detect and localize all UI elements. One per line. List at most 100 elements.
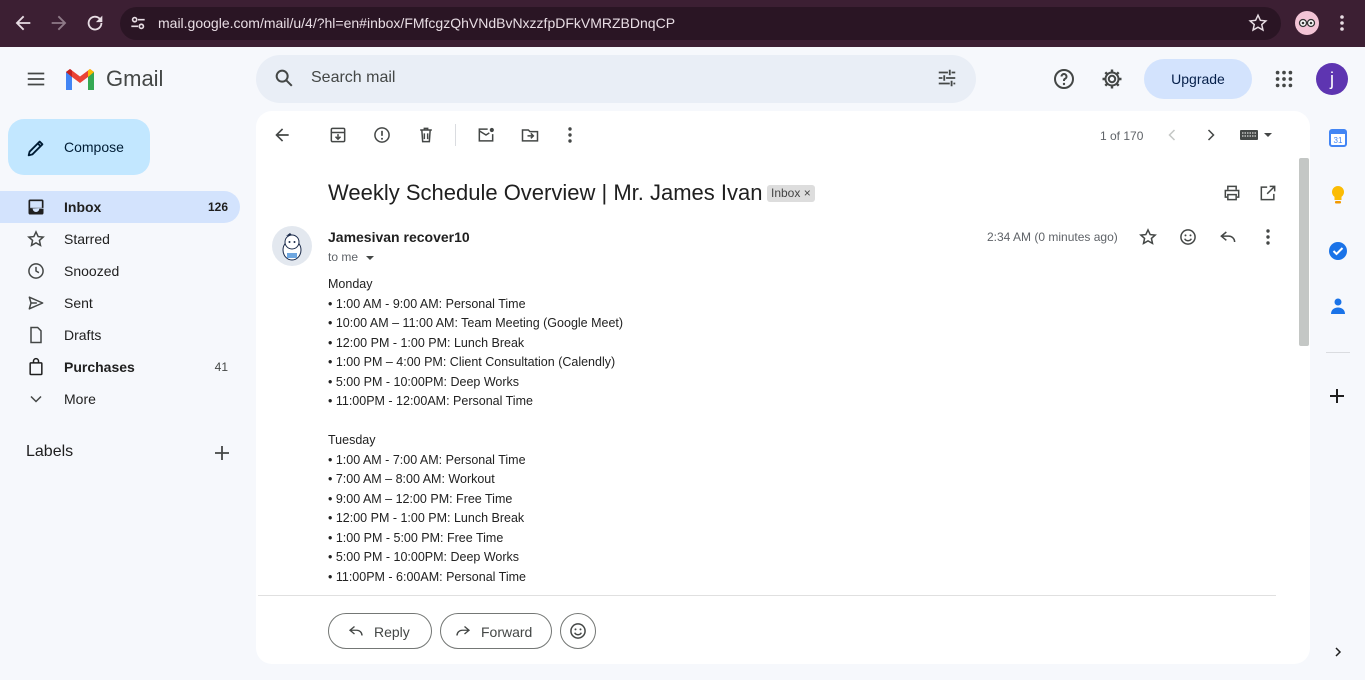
browser-toolbar: mail.google.com/mail/u/4/?hl=en#inbox/FM… — [0, 0, 1365, 47]
move-to-folder-icon[interactable] — [520, 125, 540, 145]
reply-arrow-icon — [347, 622, 365, 640]
reply-divider — [258, 595, 1276, 596]
sidebar-item-label: Drafts — [64, 327, 102, 343]
delete-trash-icon[interactable] — [416, 125, 436, 145]
body-line: • 5:00 PM - 10:00PM: Deep Works — [328, 374, 520, 389]
item-count: 41 — [214, 360, 228, 374]
print-icon[interactable] — [1222, 183, 1242, 203]
reply-button[interactable]: Reply — [328, 613, 432, 649]
help-icon[interactable] — [1052, 67, 1076, 91]
recipient-details[interactable]: to me — [328, 250, 375, 264]
label-chip-inbox[interactable]: Inbox × — [767, 185, 815, 202]
upgrade-button[interactable]: Upgrade — [1144, 59, 1252, 99]
sidebar-item-starred[interactable]: Starred — [0, 223, 240, 255]
main-menu-icon[interactable] — [25, 68, 47, 90]
message-more-icon[interactable] — [1258, 227, 1278, 247]
chevron-down-icon — [26, 389, 46, 409]
report-spam-icon[interactable] — [372, 125, 392, 145]
gmail-logo-icon[interactable] — [64, 66, 96, 92]
recipient-text: to me — [328, 250, 359, 264]
calendar-icon[interactable]: 31 — [1328, 128, 1348, 148]
search-options-icon[interactable] — [936, 67, 958, 89]
sidebar-item-label: Snoozed — [64, 263, 120, 279]
settings-gear-icon[interactable] — [1100, 67, 1124, 91]
account-avatar[interactable]: j — [1316, 63, 1348, 95]
input-tools-keyboard-icon[interactable] — [1238, 125, 1274, 145]
body-line: Tuesday — [328, 433, 376, 447]
label-chip-text: Inbox — [771, 186, 801, 200]
url-text[interactable]: mail.google.com/mail/u/4/?hl=en#inbox/FM… — [158, 15, 675, 31]
body-line: • 12:00 PM - 1:00 PM: Lunch Break — [328, 335, 525, 350]
sidebar-item-inbox[interactable]: Inbox 126 — [0, 191, 240, 223]
keep-bulb-icon[interactable] — [1328, 184, 1348, 206]
email-body: Monday • 1:00 AM - 9:00 AM: Personal Tim… — [328, 275, 623, 587]
emoji-reaction-button[interactable] — [560, 613, 596, 649]
archive-icon[interactable] — [328, 125, 348, 145]
purchases-icon — [26, 357, 46, 377]
sidebar-item-snoozed[interactable]: Snoozed — [0, 255, 240, 287]
body-line: • 11:00PM - 6:00AM: Personal Time — [328, 569, 526, 584]
labels-heading: Labels — [26, 443, 74, 460]
search-icon[interactable] — [273, 67, 295, 89]
search-input[interactable]: Search mail — [311, 69, 395, 87]
sidebar-item-more[interactable]: More — [0, 383, 240, 415]
newer-chevron-icon[interactable] — [1162, 125, 1182, 145]
forward-arrow-icon[interactable] — [48, 12, 70, 34]
sidebar-item-label: Inbox — [64, 199, 102, 215]
body-line: • 12:00 PM - 1:00 PM: Lunch Break — [328, 511, 525, 525]
sidebar-item-label: Purchases — [64, 359, 135, 375]
sidebar-item-purchases[interactable]: Purchases 41 — [0, 351, 240, 383]
back-arrow-icon[interactable] — [12, 12, 34, 34]
smiley-icon — [568, 621, 588, 641]
show-side-panel-chevron-icon[interactable] — [1330, 644, 1346, 660]
sidebar-item-sent[interactable]: Sent — [0, 287, 240, 319]
toolbar-divider — [455, 124, 456, 146]
browser-profile-icon[interactable] — [1295, 11, 1319, 35]
forward-button[interactable]: Forward — [440, 613, 552, 649]
body-line: • 1:00 AM - 7:00 AM: Personal Time — [328, 452, 526, 467]
reply-icon[interactable] — [1218, 227, 1238, 247]
bookmark-star-icon[interactable] — [1247, 12, 1269, 34]
forward-label: Forward — [481, 624, 533, 640]
send-icon — [26, 293, 46, 313]
body-line: • 11:00PM - 12:00AM: Personal Time — [328, 394, 533, 408]
open-new-window-icon[interactable] — [1258, 183, 1278, 203]
rail-divider — [1326, 352, 1350, 353]
back-to-inbox-icon[interactable] — [272, 125, 292, 145]
pencil-icon — [25, 137, 47, 159]
reply-label: Reply — [374, 624, 410, 640]
body-line: Monday — [328, 277, 373, 291]
site-settings-icon[interactable] — [128, 13, 148, 33]
apps-grid-icon[interactable] — [1273, 68, 1295, 90]
sidebar-item-label: More — [64, 391, 96, 407]
draft-icon — [26, 325, 46, 345]
browser-menu-icon[interactable] — [1332, 12, 1352, 34]
clock-icon — [26, 261, 46, 281]
scrollbar-thumb[interactable] — [1299, 158, 1309, 346]
caret-down-icon[interactable] — [365, 253, 375, 263]
contacts-person-icon[interactable] — [1328, 296, 1348, 316]
emoji-react-icon[interactable] — [1178, 227, 1198, 247]
body-line: • 1:00 PM – 4:00 PM: Client Consultation… — [328, 355, 616, 369]
mark-unread-icon[interactable] — [476, 125, 496, 145]
compose-label[interactable]: Compose — [64, 139, 124, 155]
older-chevron-icon[interactable] — [1201, 125, 1221, 145]
body-line: • 10:00 AM – 11:00 AM: Team Meeting (Goo… — [328, 316, 624, 330]
sender-name[interactable]: Jamesivan recover10 — [328, 229, 470, 245]
add-addon-plus-icon[interactable] — [1328, 387, 1346, 405]
star-message-icon[interactable] — [1138, 227, 1158, 247]
svg-text:31: 31 — [1334, 136, 1343, 145]
sidebar-item-drafts[interactable]: Drafts — [0, 319, 240, 351]
body-line: • 9:00 AM – 12:00 PM: Free Time — [328, 491, 513, 506]
reload-icon[interactable] — [84, 12, 106, 34]
more-options-icon[interactable] — [560, 125, 580, 145]
body-line: • 7:00 AM – 8:00 AM: Workout — [328, 472, 495, 486]
gmail-wordmark: Gmail — [106, 66, 164, 91]
tasks-check-icon[interactable] — [1327, 240, 1349, 262]
body-line: • 5:00 PM - 10:00PM: Deep Works — [328, 550, 520, 564]
add-label-plus-icon[interactable] — [213, 444, 231, 462]
inbox-icon — [26, 197, 46, 217]
message-timestamp: 2:34 AM (0 minutes ago) — [987, 230, 1118, 244]
sender-avatar — [272, 226, 312, 266]
label-chip-remove[interactable]: × — [804, 186, 811, 200]
